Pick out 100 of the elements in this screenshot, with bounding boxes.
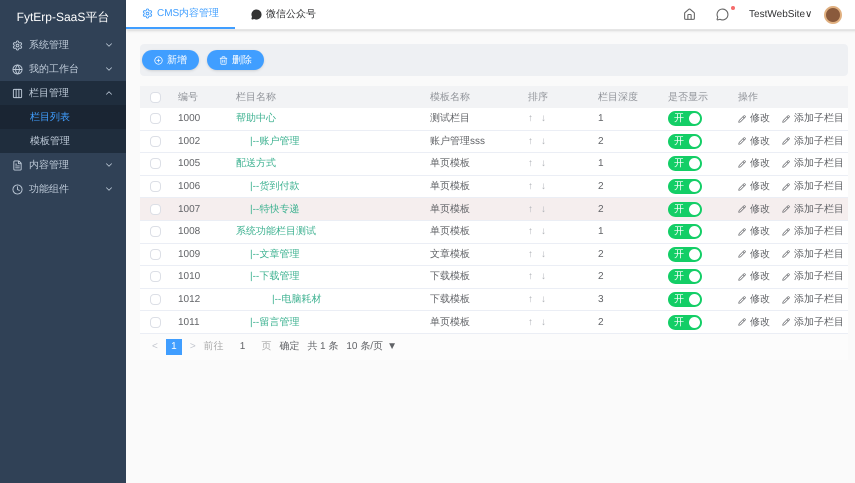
pencil-icon (782, 160, 790, 168)
page-unit: 页 (261, 340, 272, 354)
category-link[interactable]: 系统功能栏目测试 (236, 226, 316, 238)
action-button[interactable]: 修改 (734, 134, 774, 149)
sidebar-item[interactable]: 功能组件 (0, 177, 126, 201)
toggle-switch[interactable]: 开 (668, 292, 702, 308)
action-button[interactable]: 修改 (734, 224, 774, 240)
next-page[interactable]: > (190, 339, 196, 354)
sort-arrow[interactable]: ↑ (528, 292, 533, 308)
action-button[interactable]: 修改 (734, 246, 774, 262)
sort-arrow[interactable]: ↓ (541, 134, 546, 149)
action-button[interactable]: 添加子栏目 (778, 224, 848, 240)
category-link[interactable]: 帮助中心 (236, 113, 276, 124)
tab[interactable]: CMS内容管理 (126, 0, 236, 29)
action-button[interactable]: 添加子栏目 (778, 134, 848, 149)
toggle-switch[interactable]: 开 (668, 269, 702, 284)
tab[interactable]: 微信公众号 (235, 0, 332, 29)
sidebar-item[interactable]: 系统管理 (0, 33, 126, 57)
sidebar-item[interactable]: 我的工作台 (0, 57, 126, 81)
checkbox[interactable] (150, 294, 160, 306)
action-button[interactable]: 修改 (734, 292, 774, 308)
checkbox[interactable] (150, 204, 160, 215)
action-button[interactable]: 添加子栏目 (778, 246, 848, 262)
toggle-switch[interactable]: 开 (668, 111, 702, 126)
toggle-switch[interactable]: 开 (668, 202, 702, 217)
sidebar-item[interactable]: 栏目管理 (0, 81, 126, 105)
page-input[interactable]: 1 (232, 339, 254, 354)
action-button[interactable]: 添加子栏目 (778, 314, 848, 330)
action-button[interactable]: 修改 (734, 269, 774, 284)
sort-arrow[interactable]: ↓ (541, 292, 546, 308)
action-button[interactable]: 添加子栏目 (778, 269, 848, 284)
avatar[interactable] (824, 6, 842, 24)
category-link[interactable]: |--账户管理 (250, 136, 300, 147)
page-size-select[interactable]: 10 条/页 ▼ (346, 339, 397, 354)
action-button[interactable]: 修改 (734, 156, 774, 172)
sort-arrow[interactable]: ↑ (528, 179, 533, 194)
checkbox[interactable] (150, 136, 160, 147)
confirm-button[interactable]: 确定 (279, 339, 300, 354)
checkbox[interactable] (150, 248, 160, 260)
prev-page[interactable]: < (152, 339, 158, 354)
toolbar-button[interactable]: 新增 (142, 50, 199, 70)
category-link[interactable]: |--下载管理 (250, 271, 300, 282)
sort-arrow[interactable]: ↑ (528, 111, 533, 126)
globe-icon (12, 64, 23, 74)
checkbox[interactable] (150, 181, 160, 192)
sort-arrow[interactable]: ↓ (541, 246, 546, 262)
action-button[interactable]: 修改 (734, 314, 774, 330)
sort-arrow[interactable]: ↑ (528, 314, 533, 330)
checkbox[interactable] (150, 316, 160, 328)
action-button[interactable]: 添加子栏目 (778, 202, 848, 217)
sort-arrow[interactable]: ↑ (528, 269, 533, 284)
sidebar-subitem[interactable]: 栏目列表 (0, 105, 126, 129)
category-link[interactable]: |--文章管理 (250, 248, 300, 260)
category-link[interactable]: |--留言管理 (250, 316, 300, 328)
sort-arrow[interactable]: ↑ (528, 134, 533, 149)
toggle-switch[interactable]: 开 (668, 224, 702, 240)
sort-arrow[interactable]: ↓ (541, 224, 546, 240)
action-button[interactable]: 添加子栏目 (778, 156, 848, 172)
sort-arrow[interactable]: ↓ (541, 179, 546, 194)
sort-arrow[interactable]: ↑ (528, 224, 533, 240)
page-number[interactable]: 1 (166, 338, 182, 355)
category-link[interactable]: |--货到付款 (250, 181, 300, 192)
action-button[interactable]: 修改 (734, 179, 774, 194)
checkbox[interactable] (150, 226, 160, 238)
sort-arrow[interactable]: ↑ (528, 156, 533, 172)
action-button[interactable]: 修改 (734, 202, 774, 217)
toggle-switch[interactable]: 开 (668, 134, 702, 149)
pencil-icon (738, 160, 746, 168)
sidebar-item[interactable]: 内容管理 (0, 153, 126, 177)
toggle-switch[interactable]: 开 (668, 314, 702, 330)
checkbox[interactable] (150, 113, 160, 124)
action-button[interactable]: 修改 (734, 111, 774, 126)
action-button[interactable]: 添加子栏目 (778, 111, 848, 126)
toolbar-button[interactable]: 删除 (207, 50, 264, 70)
home-icon[interactable] (683, 8, 696, 21)
sort-arrow[interactable]: ↓ (541, 202, 546, 217)
sidebar-subitem[interactable]: 模板管理 (0, 129, 126, 153)
category-link[interactable]: 配送方式 (236, 158, 276, 170)
columns-icon (12, 88, 23, 98)
category-link[interactable]: |--电脑耗材 (272, 294, 322, 306)
checkbox[interactable] (150, 92, 160, 102)
action-button[interactable]: 添加子栏目 (778, 292, 848, 308)
user-menu[interactable]: TestWebSite∨ (749, 7, 812, 22)
column-header: 排序 (528, 92, 548, 102)
message-icon[interactable] (716, 8, 730, 21)
table-cell: 1008 (178, 226, 200, 238)
sort-arrow[interactable]: ↑ (528, 202, 533, 217)
table-cell: 2 (598, 136, 604, 147)
toggle-switch[interactable]: 开 (668, 246, 702, 262)
toggle-switch[interactable]: 开 (668, 156, 702, 172)
sort-arrow[interactable]: ↓ (541, 111, 546, 126)
checkbox[interactable] (150, 158, 160, 170)
toggle-switch[interactable]: 开 (668, 179, 702, 194)
sort-arrow[interactable]: ↓ (541, 314, 546, 330)
sort-arrow[interactable]: ↓ (541, 269, 546, 284)
category-link[interactable]: |--特快专递 (250, 204, 300, 215)
action-button[interactable]: 添加子栏目 (778, 179, 848, 194)
checkbox[interactable] (150, 271, 160, 282)
sort-arrow[interactable]: ↓ (541, 156, 546, 172)
sort-arrow[interactable]: ↑ (528, 246, 533, 262)
